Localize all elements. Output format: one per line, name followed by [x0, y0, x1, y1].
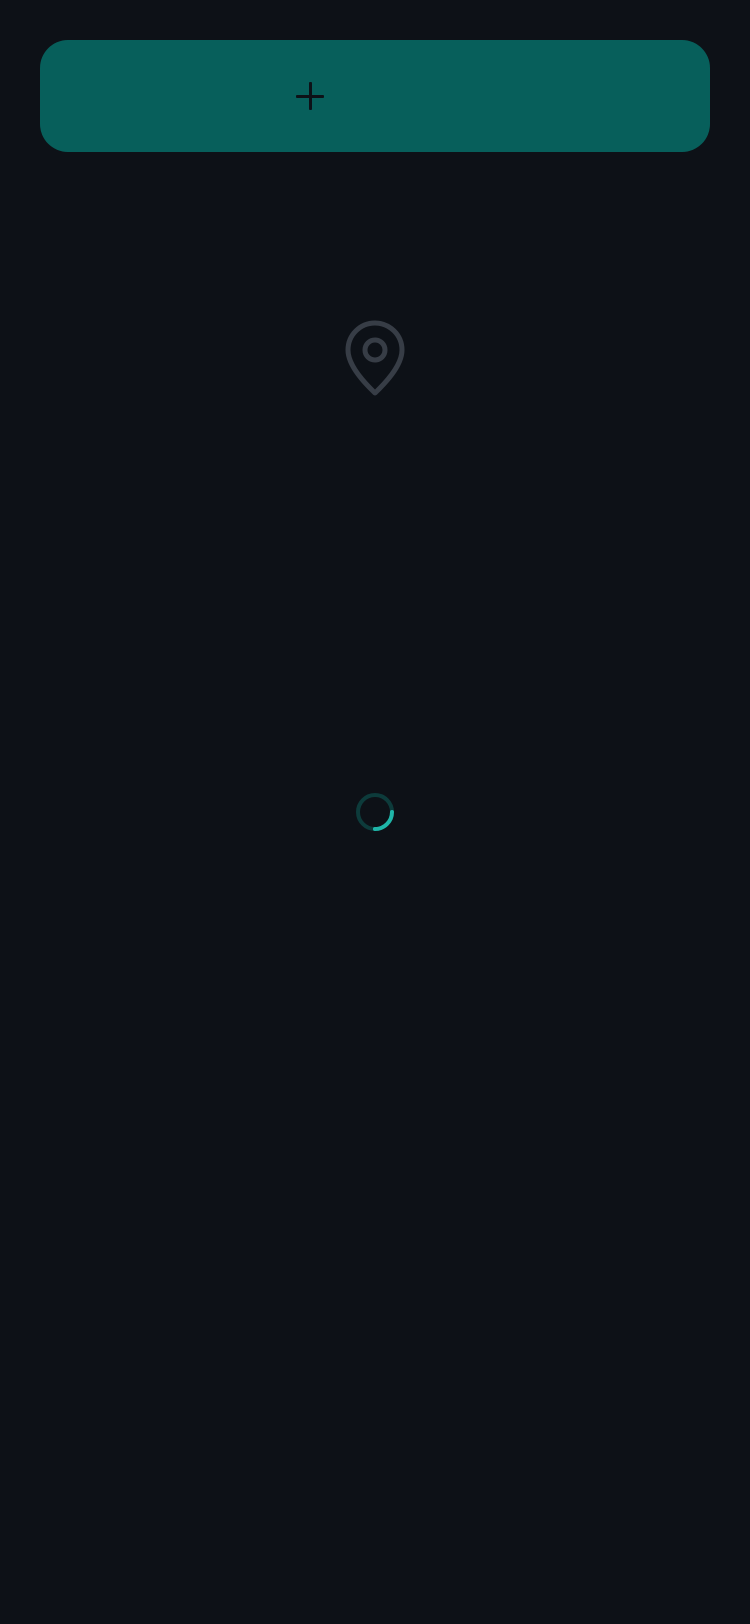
screen	[0, 0, 750, 1624]
loading-spinner	[355, 792, 395, 832]
empty-state	[0, 320, 750, 396]
location-pin-icon	[344, 320, 406, 396]
add-button[interactable]	[40, 40, 710, 152]
plus-icon	[296, 82, 324, 110]
